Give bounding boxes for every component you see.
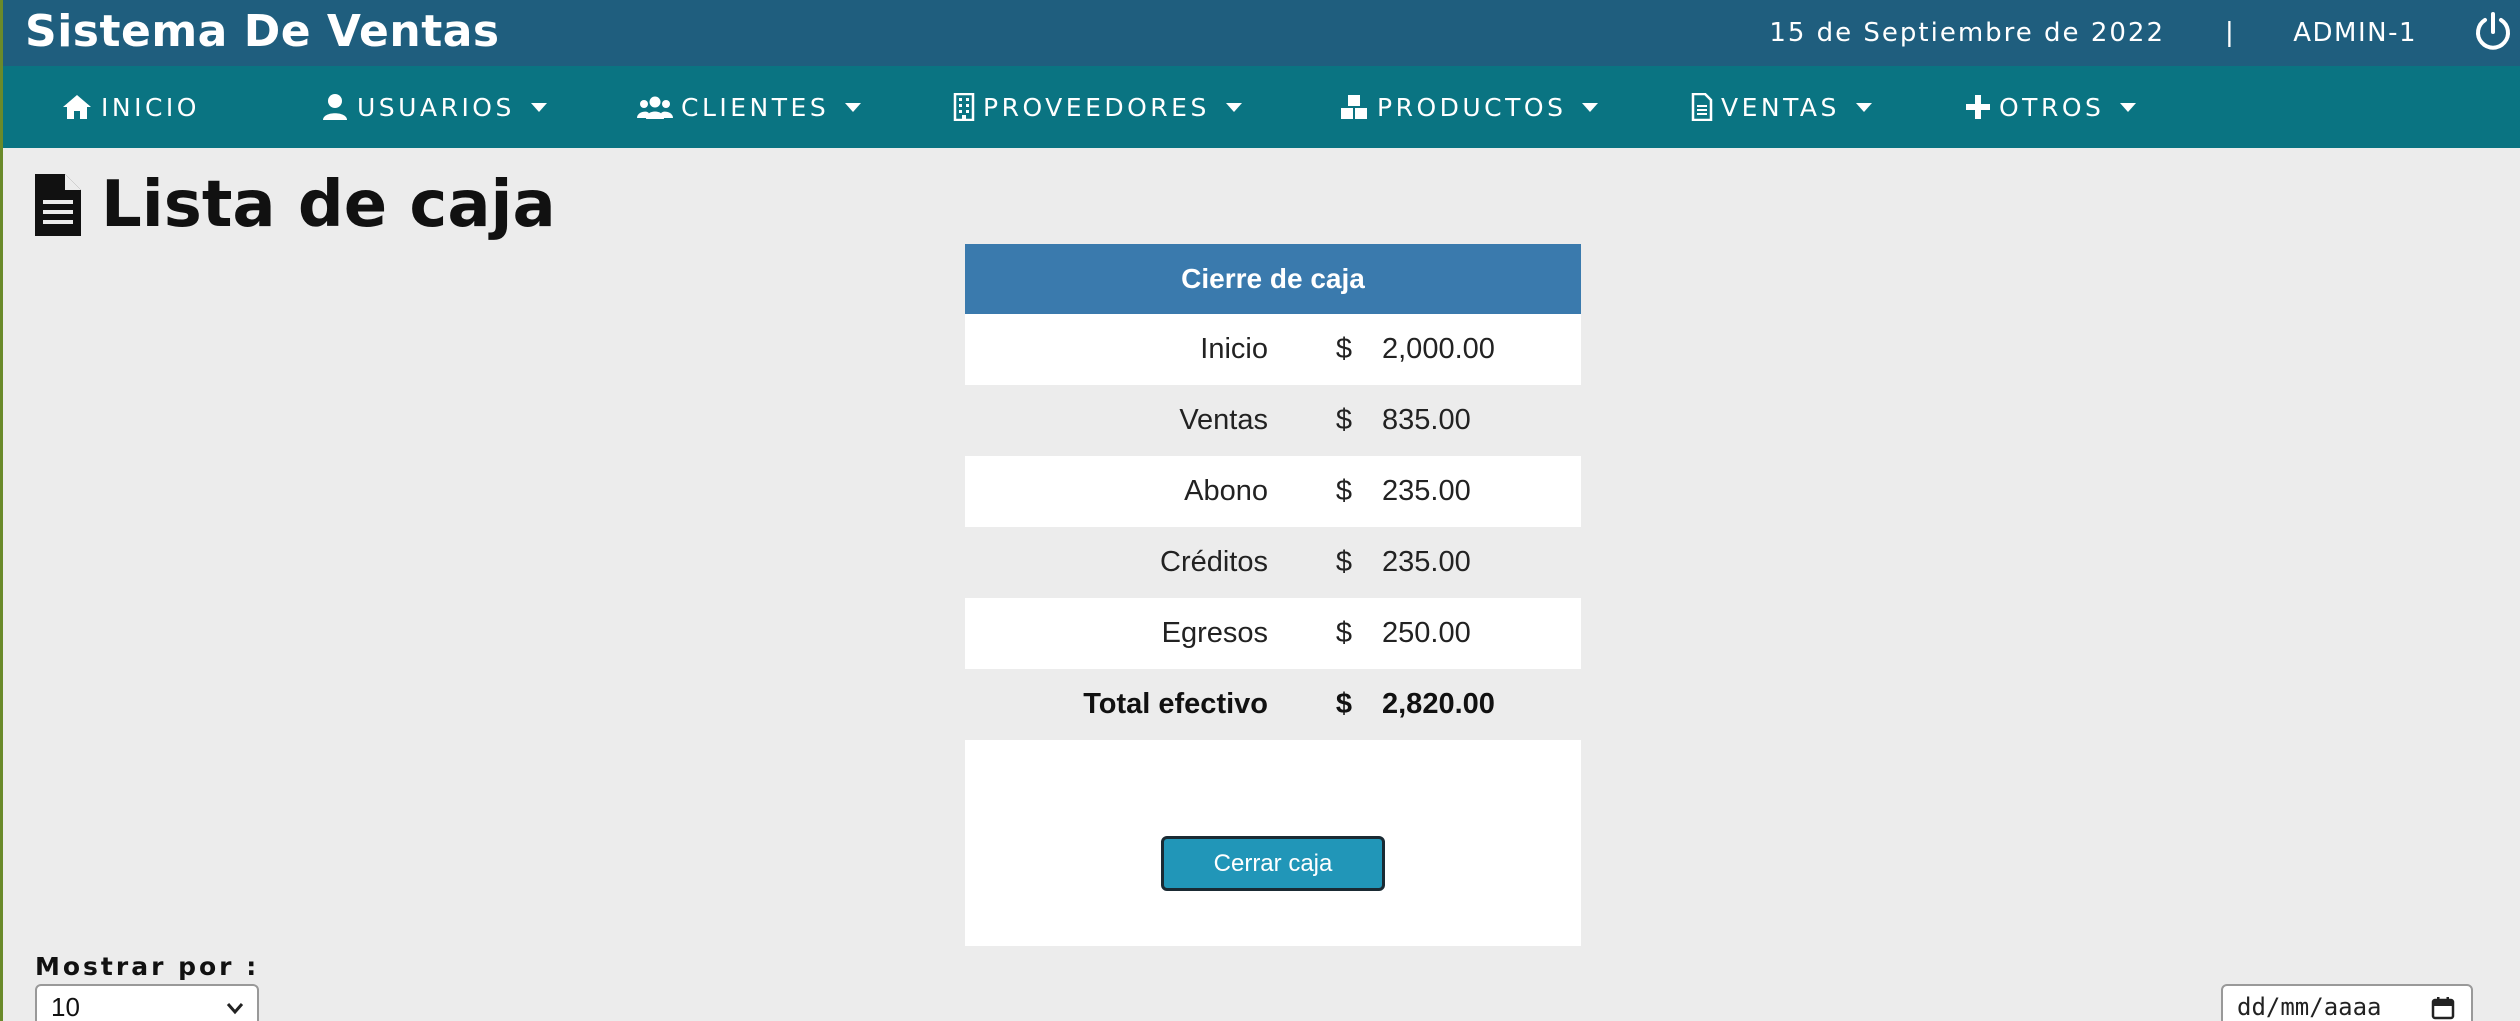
- nav-item-usuarios[interactable]: USUARIOS: [321, 66, 547, 148]
- total-row: Total efectivo $ 2,820.00: [965, 669, 1581, 740]
- row-label: Abono: [1184, 475, 1268, 507]
- row-currency: $: [1335, 404, 1352, 436]
- nav-item-label: INICIO: [101, 92, 200, 122]
- row-currency: $: [1335, 617, 1352, 649]
- top-header: Sistema De Ventas 15 de Septiembre de 20…: [3, 0, 2520, 66]
- nav-item-label: OTROS: [1999, 92, 2105, 122]
- file-icon: [1691, 93, 1713, 121]
- nav-item-label: VENTAS: [1721, 92, 1840, 122]
- nav-item-clientes[interactable]: CLIENTES: [637, 66, 862, 148]
- building-icon: [953, 93, 975, 121]
- main-nav: INICIO USUARIOS CLIENTES PROVEEDORES PRO…: [3, 66, 2520, 148]
- header-separator: |: [2225, 16, 2233, 47]
- current-user[interactable]: ADMIN-1: [2293, 18, 2417, 48]
- nav-item-label: USUARIOS: [357, 92, 515, 122]
- table-row: Abono $ 235.00: [965, 456, 1581, 527]
- nav-item-label: PROVEEDORES: [983, 92, 1210, 122]
- row-currency: $: [1335, 475, 1352, 507]
- current-date: 15 de Septiembre de 2022: [1769, 18, 2165, 48]
- file-icon: [35, 174, 81, 236]
- table-row: Créditos $ 235.00: [965, 527, 1581, 598]
- row-amount: 2,000.00: [1382, 333, 1495, 365]
- chevron-down-icon: [1855, 102, 1872, 112]
- chevron-down-icon: [1225, 102, 1242, 112]
- row-amount: 235.00: [1382, 475, 1471, 507]
- user-icon: [323, 94, 347, 120]
- users-icon: [637, 96, 673, 119]
- nav-item-inicio[interactable]: INICIO: [61, 66, 200, 148]
- chevron-down-icon: [845, 102, 862, 112]
- row-amount: 835.00: [1382, 404, 1471, 436]
- row-currency: $: [1335, 333, 1352, 365]
- calendar-icon[interactable]: [2431, 996, 2455, 1020]
- table-row: Ventas $ 835.00: [965, 385, 1581, 456]
- row-label: Inicio: [1200, 333, 1268, 365]
- nav-item-productos[interactable]: PRODUCTOS: [1339, 66, 1599, 148]
- nav-item-otros[interactable]: OTROS: [1965, 66, 2137, 148]
- plus-icon: [1966, 95, 1990, 119]
- page-size-value: 10: [51, 991, 80, 1021]
- page-title: Lista de caja: [101, 168, 556, 242]
- power-icon[interactable]: [2471, 10, 2515, 54]
- chevron-down-icon: [226, 1003, 244, 1015]
- cash-close-card: Cierre de caja Inicio $ 2,000.00 Ventas …: [965, 244, 1581, 946]
- nav-item-label: PRODUCTOS: [1377, 92, 1567, 122]
- row-label: Créditos: [1160, 546, 1268, 578]
- nav-item-label: CLIENTES: [681, 92, 830, 122]
- total-amount: 2,820.00: [1382, 688, 1495, 720]
- app-title: Sistema De Ventas: [25, 6, 500, 57]
- page-heading: Lista de caja: [33, 168, 556, 242]
- cash-close-header: Cierre de caja: [965, 244, 1581, 314]
- nav-item-proveedores[interactable]: PROVEEDORES: [953, 66, 1242, 148]
- cubes-icon: [1341, 95, 1367, 119]
- row-amount: 235.00: [1382, 546, 1471, 578]
- date-filter-input[interactable]: dd/mm/aaaa: [2221, 984, 2473, 1021]
- date-placeholder: dd/mm/aaaa: [2237, 993, 2382, 1021]
- nav-item-ventas[interactable]: VENTAS: [1691, 66, 1872, 148]
- total-label: Total efectivo: [1083, 688, 1268, 720]
- row-label: Ventas: [1179, 404, 1268, 436]
- page-size-select[interactable]: 10: [35, 984, 259, 1021]
- row-amount: 250.00: [1382, 617, 1471, 649]
- home-icon: [63, 95, 91, 119]
- page-size-label: Mostrar por :: [35, 952, 260, 981]
- row-label: Egresos: [1161, 617, 1268, 649]
- table-row: Egresos $ 250.00: [965, 598, 1581, 669]
- chevron-down-icon: [530, 102, 547, 112]
- close-cash-button[interactable]: Cerrar caja: [1161, 836, 1385, 891]
- row-currency: $: [1335, 546, 1352, 578]
- chevron-down-icon: [2120, 102, 2137, 112]
- table-row: Inicio $ 2,000.00: [965, 314, 1581, 385]
- total-currency: $: [1335, 688, 1352, 720]
- chevron-down-icon: [1582, 102, 1599, 112]
